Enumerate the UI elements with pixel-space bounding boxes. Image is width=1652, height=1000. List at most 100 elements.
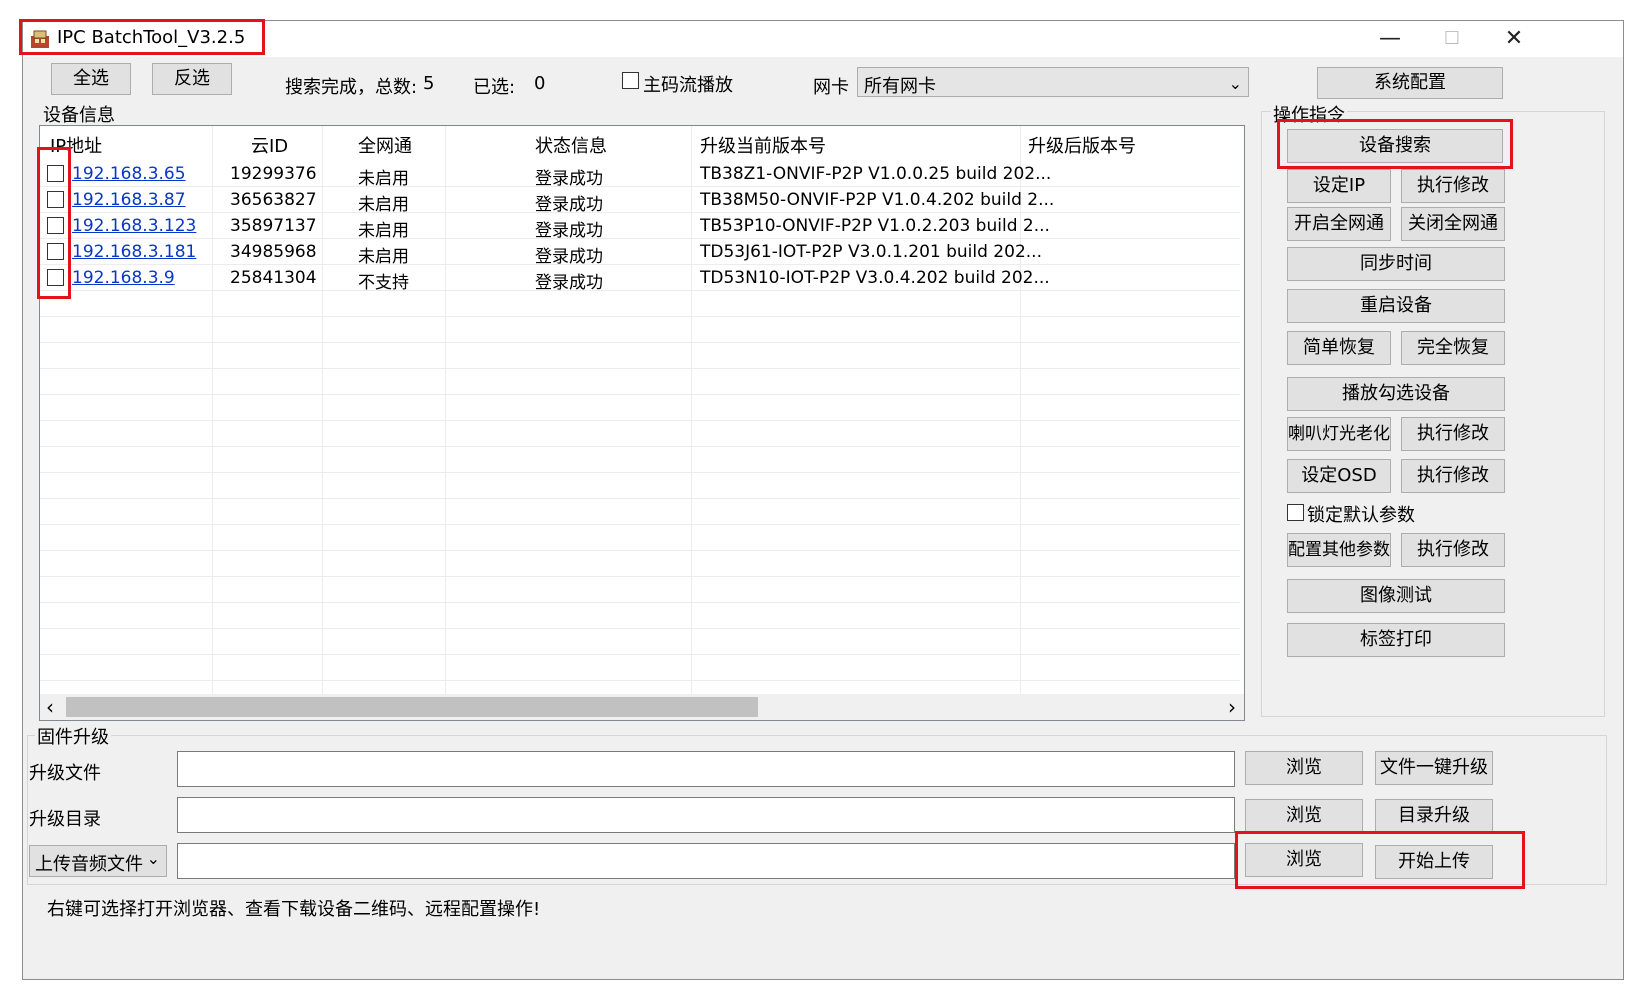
all-net-cell: 不支持 (358, 273, 409, 293)
dir-upgrade-button[interactable]: 目录升级 (1375, 799, 1493, 833)
nic-select[interactable]: 所有网卡 ⌄ (857, 67, 1249, 97)
main-stream-label: 主码流播放 (643, 75, 733, 96)
row-divider (40, 498, 1240, 499)
config-other-button[interactable]: 配置其他参数 (1287, 533, 1391, 567)
nic-label: 网卡 (813, 77, 849, 98)
app-icon (31, 30, 49, 48)
row-divider (40, 368, 1240, 369)
status-cell: 登录成功 (535, 195, 603, 215)
status-cell: 登录成功 (535, 247, 603, 267)
sync-time-button[interactable]: 同步时间 (1287, 247, 1505, 281)
device-list[interactable]: IP地址 云ID 全网通 状态信息 升级当前版本号 升级后版本号 192.168… (39, 125, 1245, 721)
row-divider (40, 576, 1240, 577)
browse-file-button[interactable]: 浏览 (1245, 751, 1363, 785)
row-checkbox[interactable] (47, 217, 64, 234)
current-version-cell: TB38Z1-ONVIF-P2P V1.0.0.25 build 202... (700, 164, 1052, 184)
all-net-cell: 未启用 (358, 247, 409, 267)
status-hint: 右键可选择打开浏览器、查看下载设备二维码、远程配置操作! (47, 899, 541, 920)
row-divider (40, 654, 1240, 655)
maximize-button[interactable]: ☐ (1423, 21, 1481, 57)
row-divider (40, 238, 1240, 239)
lock-defaults-label: 锁定默认参数 (1307, 505, 1415, 526)
row-divider (40, 472, 1240, 473)
col-all-net[interactable]: 全网通 (358, 132, 412, 158)
set-osd-button[interactable]: 设定OSD (1287, 459, 1391, 493)
scroll-left-arrow[interactable]: ‹ (46, 695, 54, 719)
simple-restore-button[interactable]: 简单恢复 (1287, 331, 1391, 365)
scroll-right-arrow[interactable]: › (1228, 695, 1236, 719)
selected-count: 0 (534, 73, 546, 94)
invert-select-button[interactable]: 反选 (152, 63, 232, 95)
upload-type-select[interactable]: 上传音频文件 ⌄ (29, 845, 167, 877)
device-search-button[interactable]: 设备搜索 (1287, 129, 1503, 163)
row-divider (40, 602, 1240, 603)
full-restore-button[interactable]: 完全恢复 (1401, 331, 1505, 365)
enable-all-net-button[interactable]: 开启全网通 (1287, 207, 1391, 241)
row-checkbox[interactable] (47, 269, 64, 286)
row-checkbox[interactable] (47, 191, 64, 208)
row-divider (40, 316, 1240, 317)
execute-aging-button[interactable]: 执行修改 (1401, 417, 1505, 451)
col-upgraded-version[interactable]: 升级后版本号 (1028, 132, 1136, 158)
disable-all-net-button[interactable]: 关闭全网通 (1401, 207, 1505, 241)
ip-link[interactable]: 192.168.3.65 (72, 164, 186, 184)
horizontal-scrollbar[interactable]: ‹ › (40, 694, 1244, 720)
selected-label: 已选: (473, 77, 516, 98)
cloud-id-cell: 25841304 (230, 268, 317, 288)
system-config-button[interactable]: 系统配置 (1317, 67, 1503, 99)
execute-ip-modify-button[interactable]: 执行修改 (1401, 169, 1505, 203)
row-divider (40, 446, 1240, 447)
close-button[interactable]: ✕ (1485, 21, 1543, 57)
status-cell: 登录成功 (535, 221, 603, 241)
row-checkbox[interactable] (47, 243, 64, 260)
execute-other-button[interactable]: 执行修改 (1401, 533, 1505, 567)
browse-dir-button[interactable]: 浏览 (1245, 799, 1363, 833)
ip-link[interactable]: 192.168.3.123 (72, 216, 196, 236)
current-version-cell: TD53J61-IOT-P2P V3.0.1.201 build 202... (700, 242, 1042, 262)
ip-link[interactable]: 192.168.3.9 (72, 268, 175, 288)
total-count: 5 (423, 73, 435, 94)
status-cell: 登录成功 (535, 169, 603, 189)
one-click-upgrade-button[interactable]: 文件一键升级 (1375, 751, 1493, 785)
window-title: IPC BatchTool_V3.2.5 (57, 27, 246, 48)
col-current-version[interactable]: 升级当前版本号 (700, 132, 826, 158)
image-test-button[interactable]: 图像测试 (1287, 579, 1505, 613)
col-ip[interactable]: IP地址 (50, 132, 102, 158)
current-version-cell: TB53P10-ONVIF-P2P V1.0.2.203 build 2... (700, 216, 1050, 236)
execute-osd-button[interactable]: 执行修改 (1401, 459, 1505, 493)
nic-select-value: 所有网卡 (864, 76, 936, 97)
play-selected-button[interactable]: 播放勾选设备 (1287, 377, 1505, 411)
current-version-cell: TD53N10-IOT-P2P V3.0.4.202 build 202... (700, 268, 1050, 288)
device-info-title: 设备信息 (41, 101, 117, 127)
cloud-id-cell: 36563827 (230, 190, 317, 210)
upgrade-file-input[interactable] (177, 751, 1235, 787)
upload-file-input[interactable] (177, 843, 1235, 879)
label-print-button[interactable]: 标签打印 (1287, 623, 1505, 657)
upgrade-dir-input[interactable] (177, 797, 1235, 833)
minimize-button[interactable]: — (1361, 21, 1419, 57)
ip-link[interactable]: 192.168.3.87 (72, 190, 186, 210)
cloud-id-cell: 19299376 (230, 164, 317, 184)
title-bar: IPC BatchTool_V3.2.5 — ☐ ✕ (23, 21, 1623, 57)
upgrade-file-label: 升级文件 (29, 763, 101, 784)
current-version-cell: TB38M50-ONVIF-P2P V1.0.4.202 build 2... (700, 190, 1055, 210)
main-stream-checkbox[interactable] (622, 72, 639, 89)
app-window: IPC BatchTool_V3.2.5 — ☐ ✕ 全选 反选 搜索完成，总数… (19, 19, 1624, 980)
row-divider (40, 394, 1240, 395)
col-status[interactable]: 状态信息 (535, 132, 607, 158)
scroll-thumb[interactable] (66, 697, 758, 717)
row-divider (40, 342, 1240, 343)
row-divider (40, 628, 1240, 629)
row-checkbox[interactable] (47, 165, 64, 182)
reboot-button[interactable]: 重启设备 (1287, 289, 1505, 323)
select-all-button[interactable]: 全选 (51, 63, 131, 95)
cloud-id-cell: 35897137 (230, 216, 317, 236)
start-upload-button[interactable]: 开始上传 (1375, 845, 1493, 879)
browse-upload-button[interactable]: 浏览 (1245, 843, 1363, 877)
lock-defaults-checkbox[interactable] (1287, 504, 1304, 521)
ip-link[interactable]: 192.168.3.181 (72, 242, 196, 262)
speaker-light-aging-button[interactable]: 喇叭灯光老化 (1287, 417, 1391, 451)
set-ip-button[interactable]: 设定IP (1287, 169, 1391, 203)
col-cloud-id[interactable]: 云ID (251, 132, 288, 158)
operations-title: 操作指令 (1271, 101, 1347, 127)
